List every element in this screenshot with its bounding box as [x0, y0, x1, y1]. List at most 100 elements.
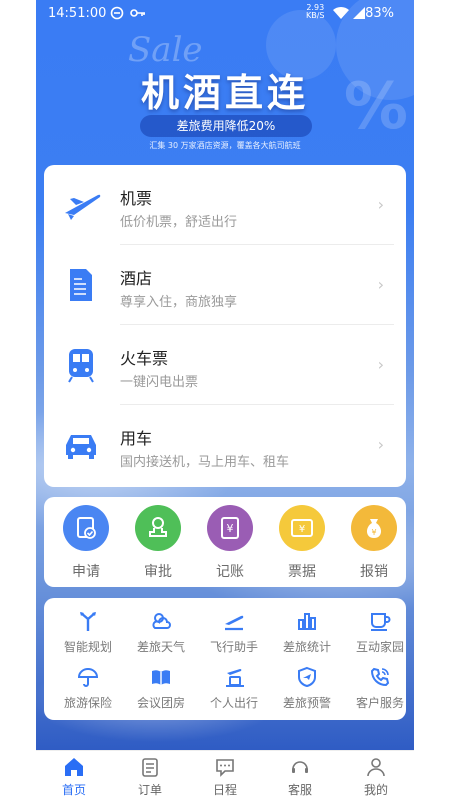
service-flight[interactable]: 机票 低价机票，舒适出行 ›	[44, 165, 406, 245]
application-icon	[63, 505, 109, 551]
takeoff-icon	[221, 608, 247, 634]
traveler-icon	[221, 664, 247, 690]
status-bar: 14:51:00 2.93 KB/S 83%	[36, 0, 414, 28]
chevron-right-icon: ›	[377, 195, 384, 214]
chevron-right-icon: ›	[377, 435, 384, 454]
service-title: 火车票	[120, 349, 169, 368]
grid-item-personal-travel[interactable]: 个人出行	[198, 664, 270, 716]
tab-orders[interactable]: 订单	[112, 755, 188, 799]
svg-text:¥: ¥	[371, 528, 376, 537]
profile-icon	[338, 755, 414, 779]
tool-label: 票据	[288, 564, 316, 580]
tool-label: 报销	[360, 564, 388, 580]
hotel-icon	[62, 267, 102, 303]
service-desc: 国内接送机，马上用车、租车	[120, 455, 290, 470]
train-icon	[62, 347, 102, 383]
net-speed-unit: KB/S	[306, 11, 325, 20]
bookkeeping-icon: ¥	[207, 505, 253, 551]
svg-text:¥: ¥	[227, 522, 234, 535]
tab-label: 日程	[212, 783, 237, 797]
grid-label: 智能规划	[63, 640, 112, 654]
service-car[interactable]: 用车 国内接送机，马上用车、租车 ›	[44, 405, 406, 485]
tool-label: 申请	[72, 564, 100, 580]
tool-apply[interactable]: 申请	[56, 505, 116, 583]
service-desc: 一键闪电出票	[120, 375, 199, 390]
grid-item-customer-service[interactable]: 客户服务	[344, 664, 414, 716]
service-title: 机票	[120, 189, 153, 208]
tool-bookkeeping[interactable]: ¥ 记账	[200, 505, 260, 583]
banner-subtitle: 汇集 30 万家酒店资源，覆盖各大航司航班	[149, 141, 301, 150]
grid-label: 会议团房	[136, 696, 185, 710]
receipt-icon: ¥	[279, 505, 325, 551]
battery-level: 83%	[365, 6, 394, 21]
umbrella-icon	[75, 664, 101, 690]
schedule-icon	[187, 755, 263, 779]
grid-label: 个人出行	[209, 696, 258, 710]
grid-label: 差旅预警	[282, 696, 331, 710]
service-desc: 尊享入住，商旅独享	[120, 295, 238, 310]
order-icon	[112, 755, 188, 779]
reimbursement-icon: ¥	[351, 505, 397, 551]
tab-label: 客服	[287, 783, 312, 797]
tab-schedule[interactable]: 日程	[187, 755, 263, 799]
grid-item-community[interactable]: 互动家园	[344, 608, 414, 660]
grid-label: 客户服务	[355, 696, 404, 710]
signal-icon	[352, 6, 366, 23]
chevron-right-icon: ›	[377, 275, 384, 294]
wifi-icon	[332, 6, 350, 23]
grid-item-statistics[interactable]: 差旅统计	[271, 608, 343, 660]
grid-label: 旅游保险	[63, 696, 112, 710]
features-grid-card: 智能规划 差旅天气 飞行助手 差旅统计 互动家园 旅游保险 会议团房 个人出行 …	[44, 598, 406, 720]
tool-reimburse[interactable]: ¥ 报销	[344, 505, 404, 583]
banner-pill: 差旅费用降低20%	[140, 115, 312, 137]
tools-card: 申请 审批 ¥ 记账 ¥ 票据 ¥ 报销	[44, 497, 406, 587]
phone-icon	[367, 664, 393, 690]
route-icon	[75, 608, 101, 634]
service-title: 用车	[120, 429, 153, 448]
home-icon	[36, 755, 112, 779]
chevron-right-icon: ›	[377, 355, 384, 374]
tab-service[interactable]: 客服	[262, 755, 338, 799]
car-icon	[62, 427, 102, 463]
cup-icon	[367, 608, 393, 634]
grid-label: 差旅统计	[282, 640, 331, 654]
tab-label: 首页	[61, 783, 86, 797]
grid-item-flight-assistant[interactable]: 飞行助手	[198, 608, 270, 660]
svg-text:¥: ¥	[299, 524, 305, 535]
grid-label: 互动家园	[355, 640, 404, 654]
tab-home[interactable]: 首页	[36, 755, 112, 799]
tool-label: 记账	[216, 564, 244, 580]
grid-item-weather[interactable]: 差旅天气	[125, 608, 197, 660]
service-train[interactable]: 火车票 一键闪电出票 ›	[44, 325, 406, 405]
tool-label: 审批	[144, 564, 172, 580]
book-icon	[148, 664, 174, 690]
tab-label: 订单	[137, 783, 162, 797]
notification-icon	[110, 6, 124, 23]
grid-item-meeting-rooms[interactable]: 会议团房	[125, 664, 197, 716]
service-hotel[interactable]: 酒店 尊享入住，商旅独享 ›	[44, 245, 406, 325]
bottom-tab-bar: 首页 订单 日程 客服 我的	[36, 750, 414, 800]
app-screen: 14:51:00 2.93 KB/S 83% Sale % 机酒直连 差旅费用降…	[36, 0, 414, 800]
statistics-icon	[294, 608, 320, 634]
tab-label: 我的	[363, 783, 388, 797]
tool-approve[interactable]: 审批	[128, 505, 188, 583]
service-title: 酒店	[120, 269, 153, 288]
grid-item-travel-alert[interactable]: 差旅预警	[271, 664, 343, 716]
grid-item-insurance[interactable]: 旅游保险	[52, 664, 124, 716]
key-icon	[130, 6, 146, 23]
airplane-icon	[62, 187, 102, 223]
grid-label: 飞行助手	[209, 640, 258, 654]
approval-icon	[135, 505, 181, 551]
status-time: 14:51:00	[48, 6, 107, 21]
grid-label: 差旅天气	[136, 640, 185, 654]
service-desc: 低价机票，舒适出行	[120, 215, 238, 230]
headset-icon	[262, 755, 338, 779]
shield-plane-icon	[294, 664, 320, 690]
tool-receipt[interactable]: ¥ 票据	[272, 505, 332, 583]
tab-profile[interactable]: 我的	[338, 755, 414, 799]
banner-title: 机酒直连	[140, 71, 309, 115]
net-speed: 2.93 KB/S	[306, 4, 325, 20]
grid-item-smart-plan[interactable]: 智能规划	[52, 608, 124, 660]
promo-banner[interactable]: Sale % 机酒直连 差旅费用降低20% 汇集 30 万家酒店资源，覆盖各大航…	[36, 30, 414, 155]
services-card: 机票 低价机票，舒适出行 › 酒店 尊享入住，商旅独享 › 火车票 一键闪电出票…	[44, 165, 406, 487]
